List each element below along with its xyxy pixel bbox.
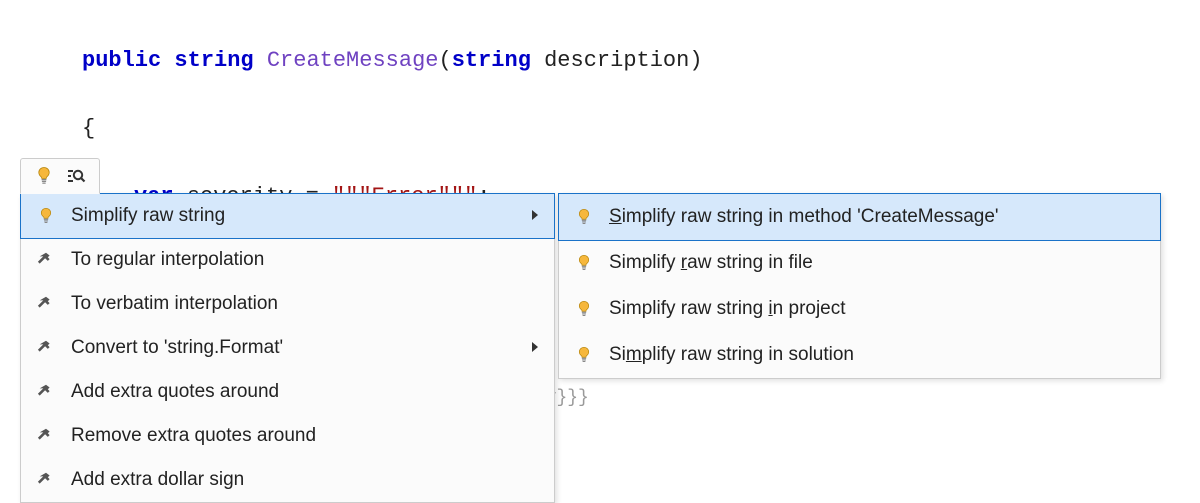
menu-item-add-extra-quotes[interactable]: Add extra quotes around [21,370,554,414]
menu-item-simplify-raw-string[interactable]: Simplify raw string [20,193,555,239]
quick-actions-menu: Simplify raw string To regular interpola… [20,193,555,503]
submenu-item-label: Simplify raw string in file [609,252,1148,274]
submenu-item-file[interactable]: Simplify raw string in file [559,240,1160,286]
lightbulb-icon [573,300,595,318]
menu-item-label: Simplify raw string [71,205,542,227]
hammer-icon [35,251,57,269]
lightbulb-icon [35,207,57,225]
submenu-arrow-icon [530,337,540,359]
lightbulb-icon [573,254,595,272]
code-line-1: public string CreateMessage(string descr… [0,44,1200,78]
quick-actions-tab[interactable] [20,158,100,194]
hammer-icon [35,339,57,357]
lightbulb-icon [573,208,595,226]
menu-item-remove-extra-quotes[interactable]: Remove extra quotes around [21,414,554,458]
menu-item-label: Convert to 'string.Format' [71,337,542,359]
submenu-item-method[interactable]: Simplify raw string in method 'CreateMes… [558,193,1161,241]
hammer-icon [35,427,57,445]
submenu-item-project[interactable]: Simplify raw string in project [559,286,1160,332]
lightbulb-icon [33,166,55,186]
lightbulb-icon [573,346,595,364]
quick-actions-submenu: Simplify raw string in method 'CreateMes… [558,193,1161,379]
menu-item-label: Add extra dollar sign [71,469,542,491]
submenu-item-label: Simplify raw string in method 'CreateMes… [609,206,1148,228]
inspect-icon [65,166,87,186]
menu-item-label: Add extra quotes around [71,381,542,403]
menu-item-label: To regular interpolation [71,249,542,271]
menu-item-convert-string-format[interactable]: Convert to 'string.Format' [21,326,554,370]
hammer-icon [35,383,57,401]
menu-item-add-extra-dollar[interactable]: Add extra dollar sign [21,458,554,502]
hammer-icon [35,471,57,489]
menu-item-label: To verbatim interpolation [71,293,542,315]
code-line-2: { [0,112,1200,146]
hammer-icon [35,295,57,313]
submenu-item-label: Simplify raw string in project [609,298,1148,320]
menu-item-label: Remove extra quotes around [71,425,542,447]
submenu-item-solution[interactable]: Simplify raw string in solution [559,332,1160,378]
submenu-item-label: Simplify raw string in solution [609,344,1148,366]
menu-item-to-regular-interpolation[interactable]: To regular interpolation [21,238,554,282]
submenu-arrow-icon [530,205,540,227]
menu-item-to-verbatim-interpolation[interactable]: To verbatim interpolation [21,282,554,326]
